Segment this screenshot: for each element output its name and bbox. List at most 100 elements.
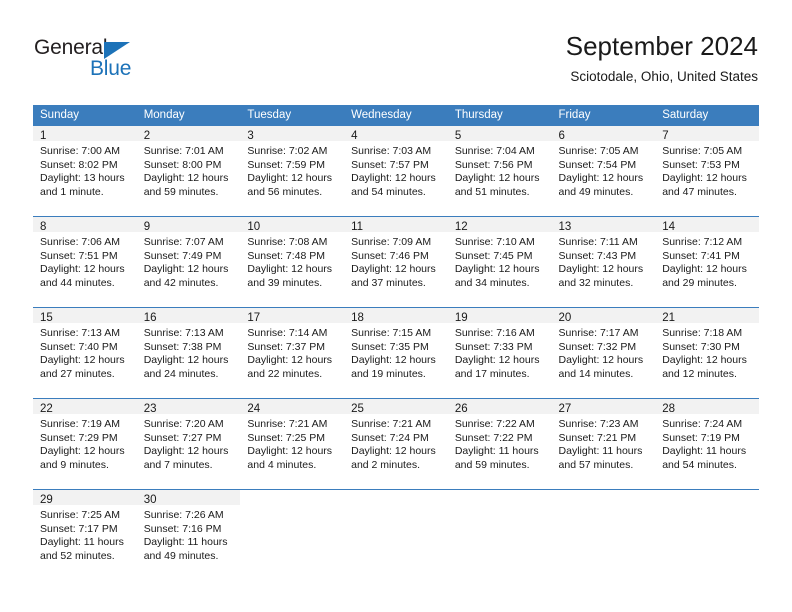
day-details: Sunrise: 7:20 AM Sunset: 7:27 PM Daylight:… bbox=[137, 414, 241, 472]
calendar-day-cell[interactable]: 9 Sunrise: 7:07 AM Sunset: 7:49 PM Daylight… bbox=[136, 216, 241, 308]
sunset-time: Sunset: 7:45 PM bbox=[454, 249, 533, 262]
calendar-day-cell[interactable]: 28 Sunrise: 7:24 AM Sunset: 7:19 PM Dayligh… bbox=[655, 398, 759, 490]
day-cell-inner bbox=[552, 490, 656, 580]
calendar-day-cell[interactable]: 2 Sunrise: 7:01 AM Sunset: 8:00 PM Daylight… bbox=[136, 126, 241, 217]
daylight-duration-line2: and 32 minutes. bbox=[558, 276, 634, 289]
calendar-day-cell[interactable]: 26 Sunrise: 7:22 AM Sunset: 7:22 PM Dayligh… bbox=[447, 398, 552, 490]
calendar-day-cell[interactable]: 29 Sunrise: 7:25 AM Sunset: 7:17 PM Dayligh… bbox=[33, 489, 137, 580]
day-number bbox=[240, 490, 344, 505]
day-number bbox=[448, 490, 552, 505]
calendar-day-cell[interactable]: 21 Sunrise: 7:18 AM Sunset: 7:30 PM Dayligh… bbox=[655, 307, 759, 399]
calendar-day-cell[interactable]: 24 Sunrise: 7:21 AM Sunset: 7:25 PM Dayligh… bbox=[240, 398, 345, 490]
daylight-duration-line2: and 29 minutes. bbox=[662, 276, 737, 289]
sunrise-time: Sunrise: 7:13 AM bbox=[143, 327, 224, 339]
calendar-day-cell[interactable]: 3 Sunrise: 7:02 AM Sunset: 7:59 PM Daylight… bbox=[240, 126, 345, 217]
daylight-duration-line2: and 51 minutes. bbox=[454, 185, 530, 198]
day-cell-inner: 30 Sunrise: 7:26 AM Sunset: 7:16 PM Dayligh… bbox=[136, 490, 241, 580]
daylight-duration-line2: and 44 minutes. bbox=[40, 276, 115, 289]
daylight-duration-line1: Daylight: 12 hours bbox=[662, 354, 747, 367]
daylight-duration-line2: and 12 minutes. bbox=[662, 367, 737, 380]
sunrise-time: Sunrise: 7:01 AM bbox=[143, 145, 224, 157]
calendar-day-cell[interactable]: 8 Sunrise: 7:06 AM Sunset: 7:51 PM Daylight… bbox=[33, 216, 137, 308]
sunset-time: Sunset: 7:22 PM bbox=[454, 431, 533, 444]
day-cell-inner: 26 Sunrise: 7:22 AM Sunset: 7:22 PM Dayligh… bbox=[447, 399, 552, 489]
day-cell-inner: 2 Sunrise: 7:01 AM Sunset: 8:00 PM Daylight… bbox=[136, 126, 241, 216]
calendar-day-cell[interactable]: 19 Sunrise: 7:16 AM Sunset: 7:33 PM Dayligh… bbox=[447, 307, 552, 399]
sunrise-time: Sunrise: 7:07 AM bbox=[143, 236, 224, 248]
title-block: September 2024 Sciotodale, Ohio, United … bbox=[566, 30, 758, 86]
calendar-day-cell[interactable]: 11 Sunrise: 7:09 AM Sunset: 7:46 PM Dayligh… bbox=[344, 216, 448, 308]
sunset-time: Sunset: 8:02 PM bbox=[40, 158, 118, 171]
day-number: 17 bbox=[240, 308, 345, 324]
day-cell-inner: 22 Sunrise: 7:19 AM Sunset: 7:29 PM Dayligh… bbox=[33, 399, 137, 489]
daylight-duration-line1: Daylight: 12 hours bbox=[143, 172, 229, 185]
day-details bbox=[344, 505, 448, 509]
calendar-day-cell[interactable]: 13 Sunrise: 7:11 AM Sunset: 7:43 PM Dayligh… bbox=[551, 216, 656, 308]
calendar-day-cell[interactable]: 7 Sunrise: 7:05 AM Sunset: 7:53 PM Daylight… bbox=[655, 126, 759, 217]
day-details: Sunrise: 7:06 AM Sunset: 7:51 PM Daylight:… bbox=[33, 232, 137, 290]
day-number: 26 bbox=[447, 399, 552, 415]
day-cell-inner: 18 Sunrise: 7:15 AM Sunset: 7:35 PM Dayligh… bbox=[344, 308, 448, 398]
daylight-duration-line1: Daylight: 12 hours bbox=[558, 263, 644, 276]
calendar-day-cell[interactable]: 5 Sunrise: 7:04 AM Sunset: 7:56 PM Daylight… bbox=[447, 126, 552, 217]
sunrise-time: Sunrise: 7:20 AM bbox=[143, 418, 224, 430]
calendar-day-cell[interactable]: 16 Sunrise: 7:13 AM Sunset: 7:38 PM Dayligh… bbox=[136, 307, 241, 399]
day-cell-inner: 4 Sunrise: 7:03 AM Sunset: 7:57 PM Daylight… bbox=[344, 126, 448, 216]
day-cell-inner: 10 Sunrise: 7:08 AM Sunset: 7:48 PM Dayligh… bbox=[240, 217, 345, 307]
day-number bbox=[552, 490, 656, 505]
day-details: Sunrise: 7:22 AM Sunset: 7:22 PM Daylight:… bbox=[448, 414, 552, 472]
weekday-header-saturday: Saturday bbox=[655, 105, 759, 126]
calendar-day-cell[interactable]: 17 Sunrise: 7:14 AM Sunset: 7:37 PM Dayligh… bbox=[240, 307, 345, 399]
sunset-time: Sunset: 7:48 PM bbox=[247, 249, 326, 262]
daylight-duration-line1: Daylight: 12 hours bbox=[351, 263, 436, 276]
calendar-day-cell[interactable]: 4 Sunrise: 7:03 AM Sunset: 7:57 PM Daylight… bbox=[344, 126, 448, 217]
calendar-day-cell[interactable]: 18 Sunrise: 7:15 AM Sunset: 7:35 PM Dayligh… bbox=[344, 307, 448, 399]
day-details: Sunrise: 7:07 AM Sunset: 7:49 PM Daylight:… bbox=[137, 232, 241, 290]
day-details: Sunrise: 7:24 AM Sunset: 7:19 PM Daylight:… bbox=[655, 414, 759, 472]
calendar-day-cell[interactable]: 14 Sunrise: 7:12 AM Sunset: 7:41 PM Dayligh… bbox=[655, 216, 759, 308]
day-details: Sunrise: 7:21 AM Sunset: 7:24 PM Daylight:… bbox=[344, 414, 448, 472]
calendar-day-cell[interactable]: 23 Sunrise: 7:20 AM Sunset: 7:27 PM Dayligh… bbox=[136, 398, 241, 490]
calendar-day-cell[interactable]: 27 Sunrise: 7:23 AM Sunset: 7:21 PM Dayligh… bbox=[551, 398, 656, 490]
daylight-duration-line2: and 27 minutes. bbox=[40, 367, 115, 380]
day-details: Sunrise: 7:08 AM Sunset: 7:48 PM Daylight:… bbox=[240, 232, 344, 290]
logo-text-blue: Blue bbox=[90, 57, 132, 80]
day-number: 14 bbox=[655, 217, 759, 233]
day-details: Sunrise: 7:10 AM Sunset: 7:45 PM Daylight:… bbox=[448, 232, 552, 290]
day-cell-inner: 15 Sunrise: 7:13 AM Sunset: 7:40 PM Dayligh… bbox=[33, 308, 137, 398]
day-cell-inner: 29 Sunrise: 7:25 AM Sunset: 7:17 PM Dayligh… bbox=[33, 490, 137, 580]
day-number: 11 bbox=[344, 217, 448, 233]
calendar-body: 1 Sunrise: 7:00 AM Sunset: 8:02 PM Daylight… bbox=[33, 126, 759, 580]
daylight-duration-line1: Daylight: 12 hours bbox=[40, 445, 125, 458]
weekday-header-friday: Friday bbox=[551, 105, 656, 126]
day-cell-inner: 6 Sunrise: 7:05 AM Sunset: 7:54 PM Daylight… bbox=[551, 126, 656, 216]
day-cell-inner: 3 Sunrise: 7:02 AM Sunset: 7:59 PM Daylight… bbox=[240, 126, 345, 216]
sunset-time: Sunset: 7:21 PM bbox=[558, 431, 637, 444]
calendar-day-cell[interactable]: 15 Sunrise: 7:13 AM Sunset: 7:40 PM Dayligh… bbox=[33, 307, 137, 399]
day-details: Sunrise: 7:17 AM Sunset: 7:32 PM Daylight:… bbox=[552, 323, 656, 381]
daylight-duration-line2: and 56 minutes. bbox=[247, 185, 323, 198]
calendar-day-cell[interactable]: 20 Sunrise: 7:17 AM Sunset: 7:32 PM Dayligh… bbox=[551, 307, 656, 399]
day-details: Sunrise: 7:14 AM Sunset: 7:37 PM Daylight:… bbox=[240, 323, 344, 381]
daylight-duration-line2: and 22 minutes. bbox=[247, 367, 323, 380]
calendar-week-row: 22 Sunrise: 7:19 AM Sunset: 7:29 PM Dayligh… bbox=[33, 398, 759, 490]
day-details: Sunrise: 7:26 AM Sunset: 7:16 PM Daylight:… bbox=[137, 505, 241, 563]
calendar-day-cell[interactable]: 22 Sunrise: 7:19 AM Sunset: 7:29 PM Dayligh… bbox=[33, 398, 137, 490]
calendar-day-cell[interactable]: 10 Sunrise: 7:08 AM Sunset: 7:48 PM Dayligh… bbox=[240, 216, 345, 308]
calendar-day-cell[interactable]: 30 Sunrise: 7:26 AM Sunset: 7:16 PM Dayligh… bbox=[136, 489, 241, 580]
calendar-day-cell[interactable]: 25 Sunrise: 7:21 AM Sunset: 7:24 PM Dayligh… bbox=[344, 398, 448, 490]
day-number bbox=[655, 490, 759, 505]
daylight-duration-line2: and 54 minutes. bbox=[351, 185, 426, 198]
sunrise-time: Sunrise: 7:12 AM bbox=[662, 236, 743, 248]
calendar-day-cell[interactable]: 12 Sunrise: 7:10 AM Sunset: 7:45 PM Dayligh… bbox=[447, 216, 552, 308]
daylight-duration-line1: Daylight: 11 hours bbox=[454, 445, 539, 458]
daylight-duration-line2: and 37 minutes. bbox=[351, 276, 426, 289]
day-details: Sunrise: 7:15 AM Sunset: 7:35 PM Daylight:… bbox=[344, 323, 448, 381]
daylight-duration-line1: Daylight: 12 hours bbox=[143, 354, 229, 367]
sunset-time: Sunset: 7:32 PM bbox=[558, 340, 637, 353]
calendar-day-cell[interactable]: 6 Sunrise: 7:05 AM Sunset: 7:54 PM Daylight… bbox=[551, 126, 656, 217]
day-cell-inner: 23 Sunrise: 7:20 AM Sunset: 7:27 PM Dayligh… bbox=[136, 399, 241, 489]
daylight-duration-line1: Daylight: 12 hours bbox=[351, 172, 436, 185]
daylight-duration-line2: and 59 minutes. bbox=[143, 185, 219, 198]
calendar-day-cell[interactable]: 1 Sunrise: 7:00 AM Sunset: 8:02 PM Daylight… bbox=[33, 126, 137, 217]
